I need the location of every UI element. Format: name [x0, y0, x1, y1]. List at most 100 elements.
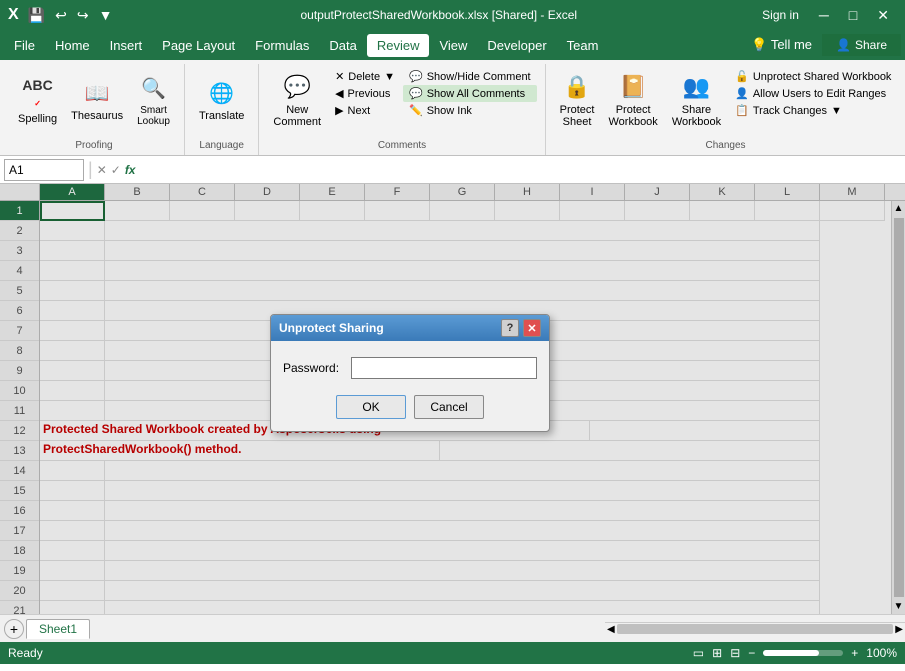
- status-text: Ready: [8, 646, 43, 660]
- thesaurus-button[interactable]: 📖 Thesaurus: [65, 66, 129, 136]
- ok-button[interactable]: OK: [336, 395, 406, 419]
- dialog-close-button[interactable]: ✕: [523, 319, 541, 337]
- cancel-button[interactable]: Cancel: [414, 395, 484, 419]
- show-ink-label: Show Ink: [427, 105, 472, 117]
- redo-button[interactable]: ↪: [74, 5, 92, 26]
- menu-home[interactable]: Home: [45, 34, 100, 57]
- unprotect-icon: 🔓: [735, 70, 749, 83]
- protect-workbook-icon: 📔: [619, 74, 646, 100]
- menu-formulas[interactable]: Formulas: [245, 34, 319, 57]
- view-layout-icon[interactable]: ⊞: [712, 646, 722, 660]
- thesaurus-label: Thesaurus: [71, 110, 123, 122]
- track-changes-button[interactable]: 📋 Track Changes ▼: [729, 102, 897, 119]
- changes-group-label: Changes: [554, 140, 898, 153]
- ribbon: ABC✓ Spelling 📖 Thesaurus 🔍 SmartLookup …: [0, 60, 905, 156]
- previous-icon: ◀: [335, 87, 343, 100]
- share-workbook-button[interactable]: 👥 ShareWorkbook: [666, 66, 727, 136]
- title-bar: X 💾 ↩ ↪ ▼ outputProtectSharedWorkbook.xl…: [0, 0, 905, 30]
- protect-sheet-button[interactable]: 🔒 ProtectSheet: [554, 66, 601, 136]
- allow-users-button[interactable]: 👤 Allow Users to Edit Ranges: [729, 85, 897, 102]
- menu-developer[interactable]: Developer: [477, 34, 556, 57]
- show-all-icon: 💬: [409, 87, 423, 100]
- spelling-label: Spelling: [18, 113, 57, 125]
- dialog-help-button[interactable]: ?: [501, 319, 519, 337]
- menu-bar: File Home Insert Page Layout Formulas Da…: [0, 30, 905, 60]
- add-sheet-button[interactable]: +: [4, 619, 24, 639]
- status-bar: Ready ▭ ⊞ ⊟ − + 100%: [0, 642, 905, 664]
- spreadsheet-container: A B C D E F G H I J K L M 1 2 3 4 5 6 7 …: [0, 184, 905, 614]
- zoom-out-button[interactable]: −: [748, 646, 755, 660]
- menu-page-layout[interactable]: Page Layout: [152, 34, 245, 57]
- sheet-tabs: + Sheet1: [0, 619, 605, 639]
- formula-input[interactable]: [139, 161, 901, 179]
- cancel-formula-icon[interactable]: ✕: [97, 163, 107, 177]
- comment-small-buttons: ✕ Delete ▼ ◀ Previous ▶ Next: [329, 66, 401, 119]
- menu-insert[interactable]: Insert: [100, 34, 153, 57]
- status-right: ▭ ⊞ ⊟ − + 100%: [693, 646, 897, 660]
- view-normal-icon[interactable]: ▭: [693, 646, 704, 660]
- translate-label: Translate: [199, 110, 244, 122]
- customize-quick-access[interactable]: ▼: [96, 5, 116, 25]
- share-workbook-label: ShareWorkbook: [672, 104, 721, 128]
- share-button[interactable]: 👤 Share: [822, 34, 901, 56]
- smart-lookup-button[interactable]: 🔍 SmartLookup: [131, 66, 176, 136]
- undo-button[interactable]: ↩: [52, 5, 70, 26]
- minimize-button[interactable]: ─: [811, 5, 837, 25]
- save-button[interactable]: 💾: [25, 5, 48, 26]
- zoom-slider[interactable]: [763, 650, 843, 656]
- track-changes-icon: 📋: [735, 104, 749, 117]
- new-comment-label: NewComment: [273, 104, 321, 128]
- next-comment-button[interactable]: ▶ Next: [329, 102, 401, 119]
- sheet-tab-sheet1[interactable]: Sheet1: [26, 619, 90, 639]
- confirm-formula-icon[interactable]: ✓: [111, 163, 121, 177]
- password-input[interactable]: [351, 357, 537, 379]
- show-hide-comment-button[interactable]: 💬 Show/Hide Comment: [403, 68, 537, 85]
- menu-file[interactable]: File: [4, 34, 45, 57]
- protect-workbook-button[interactable]: 📔 ProtectWorkbook: [602, 66, 663, 136]
- ribbon-group-proofing: ABC✓ Spelling 📖 Thesaurus 🔍 SmartLookup …: [4, 64, 185, 155]
- scroll-left-button[interactable]: ◀: [607, 624, 615, 635]
- previous-comment-button[interactable]: ◀ Previous: [329, 85, 401, 102]
- zoom-in-button[interactable]: +: [851, 646, 858, 660]
- tell-me-area: 💡 Tell me: [741, 33, 822, 57]
- show-all-comments-button[interactable]: 💬 Show All Comments: [403, 85, 537, 102]
- dialog-title: Unprotect Sharing: [279, 321, 384, 335]
- protect-sheet-label: ProtectSheet: [560, 104, 595, 128]
- protect-workbook-label: ProtectWorkbook: [608, 104, 657, 128]
- unprotect-sharing-dialog: Unprotect Sharing ? ✕ Password: OK Cance…: [270, 314, 550, 432]
- allow-users-icon: 👤: [735, 87, 749, 100]
- close-button[interactable]: ✕: [869, 5, 897, 26]
- password-row: Password:: [283, 357, 537, 379]
- sign-in-link[interactable]: Sign in: [762, 8, 799, 22]
- horizontal-scrollbar[interactable]: ◀ ▶: [605, 622, 905, 636]
- menu-review[interactable]: Review: [367, 34, 430, 57]
- delete-icon: ✕: [335, 70, 344, 83]
- restore-button[interactable]: □: [841, 5, 865, 25]
- insert-function-icon[interactable]: fx: [125, 163, 136, 177]
- view-break-icon[interactable]: ⊟: [730, 646, 740, 660]
- new-comment-button[interactable]: 💬 NewComment: [267, 66, 327, 136]
- show-ink-button[interactable]: ✏️ Show Ink: [403, 102, 537, 119]
- scroll-right-button[interactable]: ▶: [895, 624, 903, 635]
- menu-data[interactable]: Data: [319, 34, 366, 57]
- h-scroll-thumb[interactable]: [617, 624, 894, 634]
- share-label: Share: [855, 38, 887, 52]
- quick-access-toolbar: 💾 ↩ ↪ ▼: [25, 5, 116, 26]
- new-comment-icon: 💬: [284, 74, 311, 100]
- formula-bar: A1 | ✕ ✓ fx: [0, 156, 905, 184]
- previous-label: Previous: [348, 88, 391, 100]
- title-bar-left: X 💾 ↩ ↪ ▼: [8, 5, 115, 26]
- delete-arrow: ▼: [384, 71, 395, 83]
- show-hide-icon: 💬: [409, 70, 423, 83]
- cell-reference-box[interactable]: A1: [4, 159, 84, 181]
- unprotect-shared-label: Unprotect Shared Workbook: [753, 71, 892, 83]
- menu-view[interactable]: View: [429, 34, 477, 57]
- spelling-button[interactable]: ABC✓ Spelling: [12, 66, 63, 136]
- translate-button[interactable]: 🌐 Translate: [193, 66, 250, 136]
- menu-team[interactable]: Team: [557, 34, 609, 57]
- delete-comment-button[interactable]: ✕ Delete ▼: [329, 68, 401, 85]
- dialog-title-bar: Unprotect Sharing ? ✕: [271, 315, 549, 341]
- show-all-label: Show All Comments: [427, 88, 525, 100]
- unprotect-shared-button[interactable]: 🔓 Unprotect Shared Workbook: [729, 68, 897, 85]
- tell-me-button[interactable]: 💡 Tell me: [741, 33, 822, 57]
